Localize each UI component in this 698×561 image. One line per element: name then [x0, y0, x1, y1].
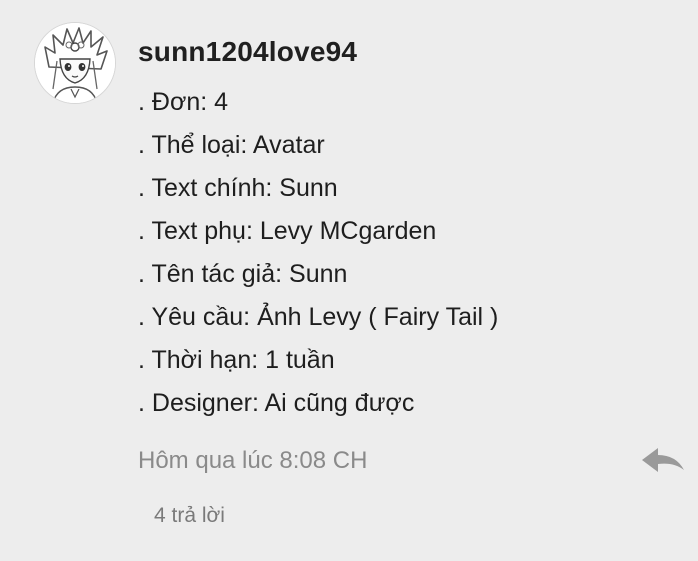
comment-line: . Thời hạn: 1 tuần [138, 346, 335, 374]
view-replies-link[interactable]: 4 trả lời [154, 504, 225, 528]
comment-line: . Tên tác giả: Sunn [138, 260, 348, 288]
comment-line: . Designer: Ai cũng được [138, 389, 415, 417]
reply-arrow-icon [642, 448, 684, 472]
comment-line: . Text chính: Sunn [138, 174, 338, 202]
comment-line: . Đơn: 4 [138, 88, 229, 116]
comment-body: . Đơn: 4 . Thể loại: Avatar . Text chính… [138, 84, 498, 428]
username[interactable]: sunn1204love94 [138, 36, 357, 68]
user-avatar-icon[interactable] [34, 22, 116, 104]
comment-timestamp: Hôm qua lúc 8:08 CH [138, 447, 368, 474]
comment: sunn1204love94 . Đơn: 4 . Thể loại: Avat… [0, 0, 698, 561]
comment-line: . Text phụ: Levy MCgarden [138, 217, 437, 245]
reply-button[interactable] [640, 444, 686, 478]
comment-line: . Thể loại: Avatar [138, 131, 325, 159]
comment-line: . Yêu cầu: Ảnh Levy ( Fairy Tail ) [138, 303, 499, 331]
